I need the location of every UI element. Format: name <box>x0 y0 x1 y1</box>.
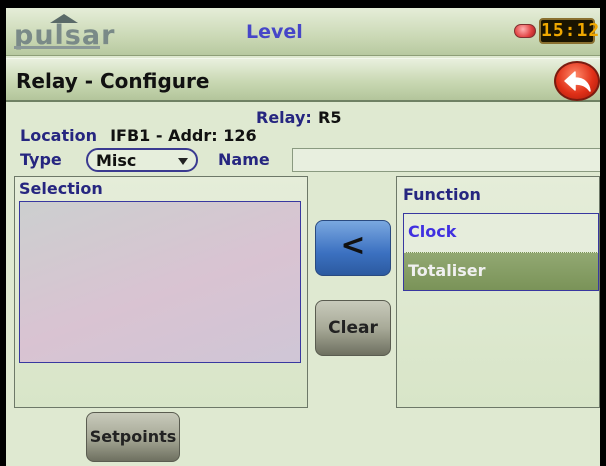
relay-row: Relay: R5 <box>6 108 600 128</box>
type-label: Type <box>20 150 62 169</box>
relay-label: Relay: <box>256 108 312 127</box>
function-item-clock[interactable]: Clock <box>404 214 598 252</box>
name-label: Name <box>218 150 270 169</box>
logo-tagline <box>14 46 100 49</box>
status-bar: pulsar Level 15:12 <box>6 8 600 56</box>
function-list[interactable]: Clock Totaliser <box>403 213 599 291</box>
selection-title: Selection <box>19 179 103 198</box>
screen: pulsar Level 15:12 Relay - Configure Rel… <box>6 8 600 466</box>
back-arrow-icon <box>564 71 591 92</box>
location-value: IFB1 - Addr: 126 <box>110 126 257 145</box>
selection-panel: Selection <box>14 176 308 408</box>
screen-title: Level <box>246 21 303 43</box>
page-titlebar: Relay - Configure <box>6 58 600 102</box>
move-left-button[interactable]: < <box>315 220 391 276</box>
status-led-icon <box>514 24 536 38</box>
location-label: Location <box>20 126 97 145</box>
type-row: Type Misc Name <box>20 146 600 174</box>
back-button[interactable] <box>554 61 600 101</box>
chevron-down-icon <box>178 158 188 165</box>
function-item-totaliser[interactable]: Totaliser <box>404 252 598 290</box>
clear-button[interactable]: Clear <box>315 300 391 356</box>
setpoints-button[interactable]: Setpoints <box>86 412 180 462</box>
name-input[interactable] <box>292 148 600 172</box>
function-title: Function <box>403 185 481 204</box>
relay-value: R5 <box>318 108 342 127</box>
clock-display: 15:12 <box>539 18 599 44</box>
type-dropdown[interactable]: Misc <box>86 148 198 172</box>
page-title: Relay - Configure <box>16 69 210 93</box>
selection-list[interactable] <box>19 201 301 363</box>
location-row: Location IFB1 - Addr: 126 <box>20 126 257 148</box>
function-panel: Function Clock Totaliser <box>396 176 600 408</box>
type-dropdown-value: Misc <box>96 151 137 170</box>
pulsar-logo: pulsar <box>12 14 114 51</box>
